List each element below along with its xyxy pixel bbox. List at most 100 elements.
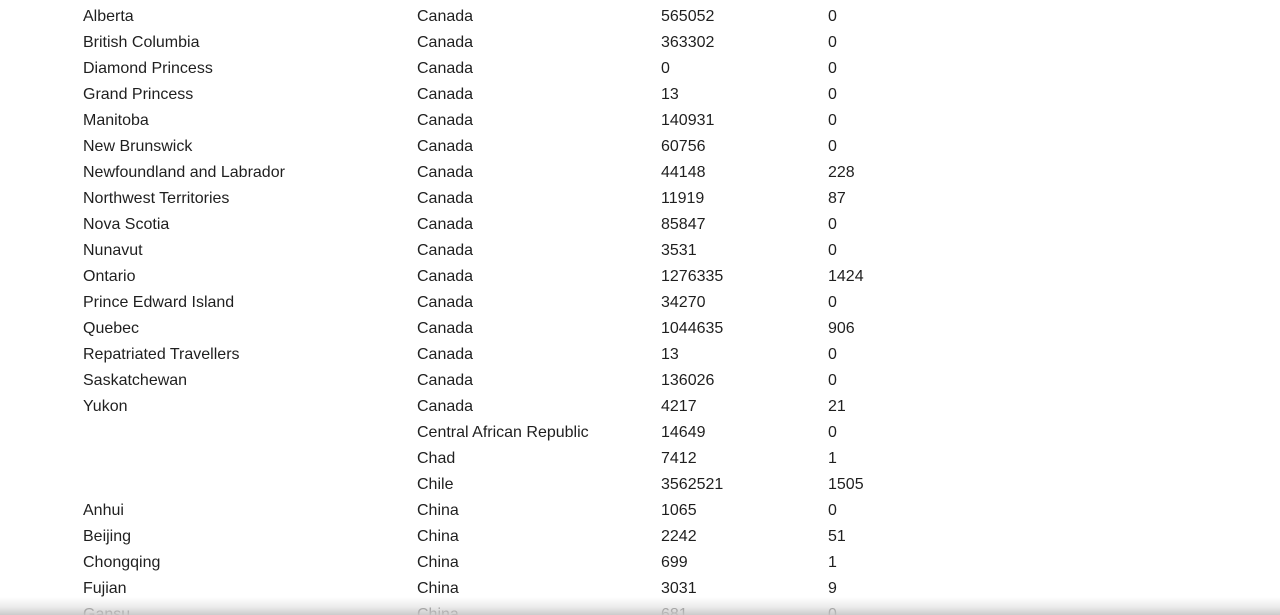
cell-country: Canada [417, 346, 474, 363]
cell-deaths: 0 [828, 502, 837, 519]
cell-deaths: 9 [828, 580, 837, 597]
cell-province: Saskatchewan [83, 372, 188, 389]
row-indent [0, 82, 83, 108]
cell-country: Canada [417, 372, 474, 389]
row-indent [0, 4, 83, 30]
cell-confirmed: 140931 [661, 112, 715, 129]
cell-confirmed: 60756 [661, 138, 706, 155]
cell-country: Canada [417, 86, 474, 103]
data-table-container: Alberta Canada 565052 0 British Columbia Cana… [0, 4, 1280, 615]
row-indent [0, 420, 83, 446]
cell-country: Canada [417, 112, 474, 129]
cell-country: Chile [417, 476, 454, 493]
cell-confirmed: 44148 [661, 164, 706, 181]
row-indent [0, 394, 83, 420]
cell-country: Canada [417, 164, 474, 181]
cell-province: Grand Princess [83, 86, 194, 103]
cell-country: Central African Republic [417, 424, 589, 441]
cell-deaths: 0 [828, 294, 837, 311]
table-body: Alberta Canada 565052 0 British Columbia Cana… [0, 4, 1280, 615]
cell-province: Prince Edward Island [83, 294, 235, 311]
row-indent [0, 238, 83, 264]
cell-province: Gansu [83, 606, 131, 615]
cell-province: Anhui [83, 502, 124, 519]
row-indent [0, 212, 83, 238]
table-row: British Columbia Canada 363302 0 [0, 30, 1280, 56]
cell-confirmed: 0 [661, 60, 670, 77]
table-row: Anhui China 1065 0 [0, 498, 1280, 524]
row-indent [0, 602, 83, 615]
table-row: Chile 3562521 1505 [0, 472, 1280, 498]
cell-country: Canada [417, 320, 474, 337]
table-row: Chongqing China 699 1 [0, 550, 1280, 576]
cell-deaths: 0 [828, 8, 837, 25]
cell-confirmed: 13 [661, 86, 679, 103]
cell-confirmed: 1276335 [661, 268, 724, 285]
cell-province: Diamond Princess [83, 60, 213, 77]
cell-country: Canada [417, 60, 474, 77]
table-row: New Brunswick Canada 60756 0 [0, 134, 1280, 160]
cell-province: New Brunswick [83, 138, 193, 155]
row-indent [0, 316, 83, 342]
cell-country: China [417, 606, 459, 615]
cell-confirmed: 1065 [661, 502, 697, 519]
table-row: Fujian China 3031 9 [0, 576, 1280, 602]
cell-confirmed: 34270 [661, 294, 706, 311]
row-indent [0, 108, 83, 134]
cell-country: Canada [417, 294, 474, 311]
cell-deaths: 0 [828, 606, 837, 615]
cell-deaths: 21 [828, 398, 846, 415]
cell-confirmed: 13 [661, 346, 679, 363]
row-indent [0, 186, 83, 212]
cell-confirmed: 699 [661, 554, 688, 571]
cell-country: Canada [417, 242, 474, 259]
cell-country: Canada [417, 34, 474, 51]
table-row: Yukon Canada 4217 21 [0, 394, 1280, 420]
cell-deaths: 1 [828, 450, 837, 467]
cell-province [83, 472, 417, 498]
cell-country: Canada [417, 190, 474, 207]
cell-province [83, 420, 417, 446]
cell-deaths: 0 [828, 216, 837, 233]
cell-deaths: 0 [828, 138, 837, 155]
cell-province: Beijing [83, 528, 132, 545]
cell-deaths: 0 [828, 372, 837, 389]
row-indent [0, 472, 83, 498]
table-row: Alberta Canada 565052 0 [0, 4, 1280, 30]
row-indent [0, 550, 83, 576]
table-row: Nova Scotia Canada 85847 0 [0, 212, 1280, 238]
cell-province: Newfoundland and Labrador [83, 164, 285, 181]
row-indent [0, 368, 83, 394]
table-row: Repatriated Travellers Canada 13 0 [0, 342, 1280, 368]
cell-deaths: 228 [828, 164, 855, 181]
row-indent [0, 290, 83, 316]
cell-country: Canada [417, 138, 474, 155]
cell-province: Alberta [83, 8, 134, 25]
cell-province: Manitoba [83, 112, 149, 129]
cell-confirmed: 565052 [661, 8, 715, 25]
cell-deaths: 0 [828, 86, 837, 103]
row-indent [0, 576, 83, 602]
cell-confirmed: 3031 [661, 580, 697, 597]
row-indent [0, 160, 83, 186]
cell-confirmed: 363302 [661, 34, 715, 51]
table-row: Chad 7412 1 [0, 446, 1280, 472]
cell-country: Canada [417, 268, 474, 285]
row-indent [0, 498, 83, 524]
table-row: Central African Republic 14649 0 [0, 420, 1280, 446]
cell-confirmed: 1044635 [661, 320, 724, 337]
cell-province: British Columbia [83, 34, 200, 51]
cell-deaths: 0 [828, 242, 837, 259]
table-row: Grand Princess Canada 13 0 [0, 82, 1280, 108]
cell-province: Nunavut [83, 242, 143, 259]
cell-deaths: 87 [828, 190, 846, 207]
table-row: Northwest Territories Canada 11919 87 [0, 186, 1280, 212]
data-table: Alberta Canada 565052 0 British Columbia Cana… [0, 4, 1280, 615]
table-row: Gansu China 681 0 [0, 602, 1280, 615]
cell-deaths: 0 [828, 424, 837, 441]
cell-country: Chad [417, 450, 456, 467]
cell-deaths: 0 [828, 34, 837, 51]
cell-country: Canada [417, 216, 474, 233]
table-row: Prince Edward Island Canada 34270 0 [0, 290, 1280, 316]
cell-province: Nova Scotia [83, 216, 170, 233]
